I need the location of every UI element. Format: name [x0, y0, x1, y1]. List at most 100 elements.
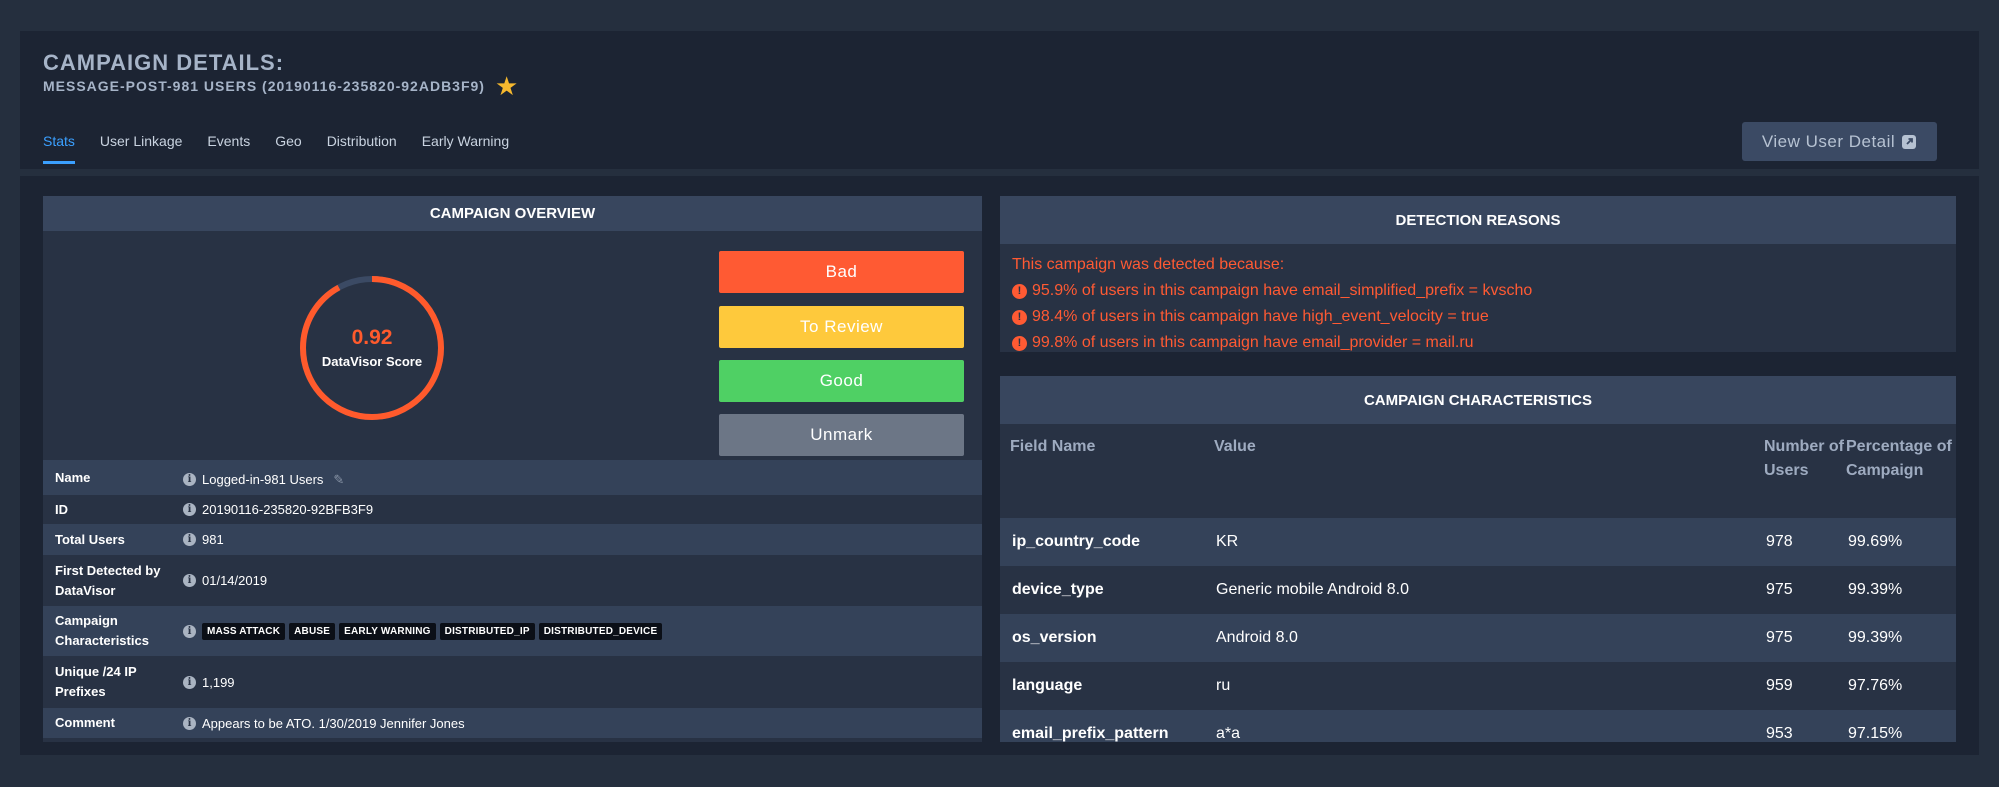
info-icon[interactable]: i	[183, 574, 196, 587]
datavisor-score-gauge: 0.92 DataVisor Score	[298, 274, 446, 422]
tab-stats[interactable]: Stats	[43, 133, 75, 164]
star-icon[interactable]: ★	[495, 73, 519, 99]
first-detected-value: 01/14/2019	[202, 573, 268, 588]
campaign-subtitle: MESSAGE-POST-981 USERS (20190116-235820-…	[43, 73, 519, 99]
detection-reason: ! 95.9% of users in this campaign have em…	[1012, 278, 1944, 304]
campaign-details-card: CAMPAIGN DETAILS: MESSAGE-POST-981 USERS…	[20, 31, 1979, 755]
percent-cell: 99.69%	[1848, 533, 1903, 550]
exclamation-icon: !	[1012, 335, 1027, 351]
tab-bar: Stats User Linkage Events Geo Distributi…	[43, 133, 534, 164]
campaign-overview-panel: CAMPAIGN OVERVIEW 0.92 DataVisor Score B…	[43, 196, 982, 742]
detection-reason-text: 95.9% of users in this campaign have ema…	[1032, 282, 1533, 299]
tab-geo[interactable]: Geo	[275, 133, 301, 164]
score-value: 0.92	[351, 326, 393, 349]
users-cell: 953	[1766, 725, 1793, 742]
users-cell: 975	[1766, 629, 1793, 646]
view-user-detail-button[interactable]: View User Detail	[1742, 122, 1937, 161]
users-cell: 959	[1766, 677, 1793, 694]
view-user-detail-label: View User Detail	[1761, 131, 1896, 151]
info-key: Comment	[55, 715, 115, 730]
column-header[interactable]: Field Name	[1000, 435, 1214, 518]
table-row: language ru 959 97.76%	[1000, 662, 1956, 710]
info-row-ip-prefixes: Unique /24 IP Prefixes i 1,199	[43, 656, 982, 708]
info-key: Campaign Characteristics	[55, 613, 149, 648]
info-icon[interactable]: i	[183, 533, 196, 546]
info-icon[interactable]: i	[183, 503, 196, 516]
info-key: Unique /24 IP Prefixes	[55, 664, 137, 699]
info-icon[interactable]: i	[183, 716, 196, 730]
info-row-total-users: Total Users i 981	[43, 524, 982, 555]
campaign-id-value: 20190116-235820-92BFB3F9	[202, 502, 374, 517]
info-icon[interactable]: i	[183, 675, 196, 689]
percent-cell: 99.39%	[1848, 581, 1903, 598]
tab-events[interactable]: Events	[207, 133, 250, 164]
detection-intro: This campaign was detected because:	[1012, 256, 1285, 273]
info-row-comment: Comment i Appears to be ATO. 1/30/2019 Je…	[43, 708, 982, 738]
tag-badge[interactable]: DISTRIBUTED_DEVICE	[538, 622, 663, 640]
page-title: CAMPAIGN DETAILS:	[43, 50, 285, 75]
column-header[interactable]: Percentage of Campaign	[1846, 435, 1956, 518]
detection-reasons-body: This campaign was detected because: ! 95.…	[1000, 244, 1956, 364]
detection-reason-text: 99.8% of users in this campaign have ema…	[1032, 334, 1474, 351]
characteristics-table-header: Field Name Value Number of Users Percent…	[1000, 424, 1956, 518]
tag-badge[interactable]: MASS ATTACK	[202, 622, 286, 640]
info-icon[interactable]: i	[183, 624, 196, 638]
percent-cell: 97.15%	[1848, 725, 1903, 742]
info-icon[interactable]: i	[183, 473, 196, 486]
field-name-cell: language	[1012, 677, 1083, 694]
users-cell: 975	[1766, 581, 1793, 598]
ip-prefixes-value: 1,199	[202, 674, 235, 690]
detection-reasons-panel: DETECTION REASONS This campaign was dete…	[1000, 196, 1956, 352]
field-name-cell: email_prefix_pattern	[1012, 725, 1169, 742]
users-cell: 978	[1766, 533, 1793, 550]
tab-early-warning[interactable]: Early Warning	[422, 133, 509, 164]
exclamation-icon: !	[1012, 283, 1027, 299]
detection-reason: ! 98.4% of users in this campaign have hi…	[1012, 304, 1944, 330]
percent-cell: 99.39%	[1848, 629, 1903, 646]
campaign-info-table: Name i Logged-in-981 Users ✎ ID i 2019011…	[43, 460, 982, 738]
info-key: Name	[55, 469, 91, 485]
info-row-name: Name i Logged-in-981 Users ✎	[43, 460, 982, 495]
tag-badge[interactable]: EARLY WARNING	[339, 622, 436, 640]
edit-pencil-icon[interactable]: ✎	[333, 472, 344, 488]
table-row: device_type Generic mobile Android 8.0 9…	[1000, 566, 1956, 614]
score-label: DataVisor Score	[321, 354, 423, 369]
mark-to-review-button[interactable]: To Review	[719, 306, 964, 348]
column-header[interactable]: Number of Users	[1764, 435, 1846, 518]
mark-bad-button[interactable]: Bad	[719, 251, 964, 293]
campaign-overview-heading: CAMPAIGN OVERVIEW	[43, 196, 982, 231]
info-key: ID	[55, 501, 68, 517]
value-cell: KR	[1216, 533, 1239, 550]
field-name-cell: device_type	[1012, 581, 1104, 598]
campaign-characteristics-heading: CAMPAIGN CHARACTERISTICS	[1000, 376, 1956, 424]
comment-value: Appears to be ATO. 1/30/2019 Jennifer Jo…	[202, 715, 465, 731]
total-users-value: 981	[202, 532, 224, 547]
mark-good-button[interactable]: Good	[719, 360, 964, 402]
info-row-first-detected: First Detected by DataVisor i 01/14/2019	[43, 555, 982, 606]
exclamation-icon: !	[1012, 309, 1027, 325]
tag-badge[interactable]: ABUSE	[289, 622, 336, 640]
info-row-id: ID i 20190116-235820-92BFB3F9	[43, 495, 982, 524]
tag-badge[interactable]: DISTRIBUTED_IP	[439, 622, 535, 640]
info-row-characteristics: Campaign Characteristics i MASS ATTACK A…	[43, 606, 982, 656]
detection-reason-text: 98.4% of users in this campaign have hig…	[1032, 308, 1489, 325]
tab-distribution[interactable]: Distribution	[327, 133, 397, 164]
detection-reasons-heading: DETECTION REASONS	[1000, 196, 1956, 244]
field-name-cell: ip_country_code	[1012, 533, 1141, 550]
detection-reason: ! 99.8% of users in this campaign have em…	[1012, 330, 1944, 356]
campaign-subtitle-text: MESSAGE-POST-981 USERS (20190116-235820-…	[43, 78, 485, 94]
value-cell: ru	[1216, 677, 1231, 694]
value-cell: Android 8.0	[1216, 629, 1298, 646]
campaign-name-value: Logged-in-981 Users	[202, 472, 324, 487]
table-row: os_version Android 8.0 975 99.39%	[1000, 614, 1956, 662]
external-link-icon	[1902, 134, 1917, 149]
info-key: First Detected by DataVisor	[55, 562, 161, 598]
unmark-button[interactable]: Unmark	[719, 414, 964, 456]
percent-cell: 97.76%	[1848, 677, 1903, 694]
table-row: ip_country_code KR 978 99.69%	[1000, 518, 1956, 566]
campaign-characteristics-panel: CAMPAIGN CHARACTERISTICS Field Name Valu…	[1000, 376, 1956, 742]
value-cell: a*a	[1216, 725, 1241, 742]
info-key: Total Users	[55, 531, 125, 547]
column-header[interactable]: Value	[1214, 435, 1764, 518]
tab-user-linkage[interactable]: User Linkage	[100, 133, 183, 164]
